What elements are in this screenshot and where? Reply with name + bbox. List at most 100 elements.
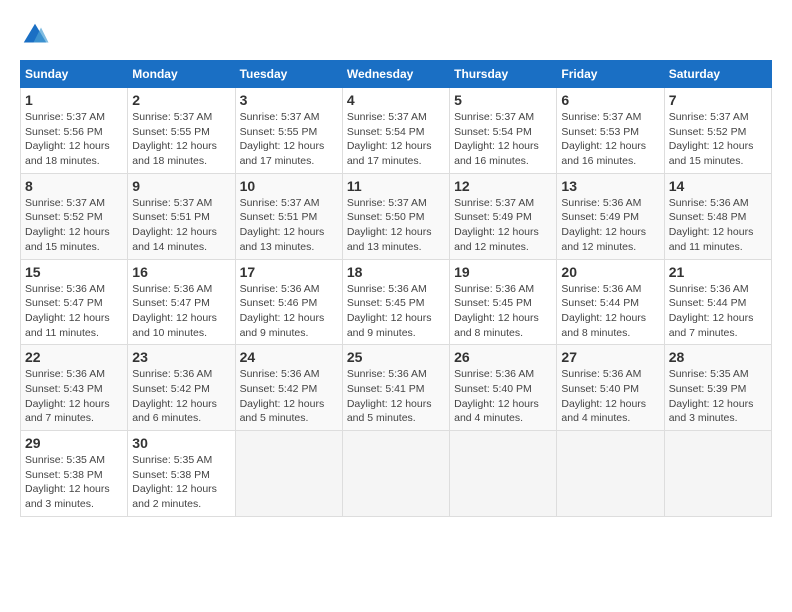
calendar-cell: 13 Sunrise: 5:36 AM Sunset: 5:49 PM Dayli… (557, 173, 664, 259)
day-info: Sunrise: 5:36 AM Sunset: 5:45 PM Dayligh… (454, 282, 552, 341)
calendar-cell: 28Sunrise: 5:35 AM Sunset: 5:39 PM Dayli… (664, 345, 771, 431)
calendar-cell (664, 431, 771, 517)
day-number: 1 (25, 92, 123, 108)
day-number: 17 (240, 264, 338, 280)
day-number: 11 (347, 178, 445, 194)
calendar-week-1: 1 Sunrise: 5:37 AM Sunset: 5:56 PM Daylig… (21, 88, 772, 174)
day-info: Sunrise: 5:36 AM Sunset: 5:43 PM Dayligh… (25, 367, 123, 426)
header-day-sunday: Sunday (21, 61, 128, 88)
header-day-wednesday: Wednesday (342, 61, 449, 88)
day-info: Sunrise: 5:36 AM Sunset: 5:42 PM Dayligh… (240, 367, 338, 426)
calendar-cell: 27 Sunrise: 5:36 AM Sunset: 5:40 PM Dayli… (557, 345, 664, 431)
calendar-cell: 6 Sunrise: 5:37 AM Sunset: 5:53 PM Daylig… (557, 88, 664, 174)
day-info: Sunrise: 5:37 AM Sunset: 5:56 PM Dayligh… (25, 110, 123, 169)
day-number: 23 (132, 349, 230, 365)
calendar-cell: 14Sunrise: 5:36 AM Sunset: 5:48 PM Dayli… (664, 173, 771, 259)
day-info: Sunrise: 5:36 AM Sunset: 5:45 PM Dayligh… (347, 282, 445, 341)
day-info: Sunrise: 5:37 AM Sunset: 5:53 PM Dayligh… (561, 110, 659, 169)
day-info: Sunrise: 5:36 AM Sunset: 5:48 PM Dayligh… (669, 196, 767, 255)
calendar-cell: 11 Sunrise: 5:37 AM Sunset: 5:50 PM Dayli… (342, 173, 449, 259)
calendar-cell: 10 Sunrise: 5:37 AM Sunset: 5:51 PM Dayli… (235, 173, 342, 259)
header-day-saturday: Saturday (664, 61, 771, 88)
day-number: 19 (454, 264, 552, 280)
day-number: 28 (669, 349, 767, 365)
day-info: Sunrise: 5:36 AM Sunset: 5:40 PM Dayligh… (561, 367, 659, 426)
header-row: SundayMondayTuesdayWednesdayThursdayFrid… (21, 61, 772, 88)
day-info: Sunrise: 5:36 AM Sunset: 5:44 PM Dayligh… (561, 282, 659, 341)
day-info: Sunrise: 5:36 AM Sunset: 5:44 PM Dayligh… (669, 282, 767, 341)
calendar-header: SundayMondayTuesdayWednesdayThursdayFrid… (21, 61, 772, 88)
calendar-cell: 9 Sunrise: 5:37 AM Sunset: 5:51 PM Daylig… (128, 173, 235, 259)
day-number: 12 (454, 178, 552, 194)
day-number: 7 (669, 92, 767, 108)
calendar-cell: 17 Sunrise: 5:36 AM Sunset: 5:46 PM Dayli… (235, 259, 342, 345)
day-info: Sunrise: 5:37 AM Sunset: 5:51 PM Dayligh… (132, 196, 230, 255)
day-info: Sunrise: 5:35 AM Sunset: 5:38 PM Dayligh… (25, 453, 123, 512)
calendar-cell: 1 Sunrise: 5:37 AM Sunset: 5:56 PM Daylig… (21, 88, 128, 174)
day-info: Sunrise: 5:37 AM Sunset: 5:52 PM Dayligh… (669, 110, 767, 169)
day-number: 20 (561, 264, 659, 280)
day-number: 6 (561, 92, 659, 108)
calendar-cell (450, 431, 557, 517)
calendar-cell: 8Sunrise: 5:37 AM Sunset: 5:52 PM Daylig… (21, 173, 128, 259)
calendar-cell: 18 Sunrise: 5:36 AM Sunset: 5:45 PM Dayli… (342, 259, 449, 345)
page-header (20, 20, 772, 50)
day-number: 29 (25, 435, 123, 451)
day-info: Sunrise: 5:37 AM Sunset: 5:50 PM Dayligh… (347, 196, 445, 255)
day-number: 9 (132, 178, 230, 194)
calendar-cell: 23 Sunrise: 5:36 AM Sunset: 5:42 PM Dayli… (128, 345, 235, 431)
calendar-cell (557, 431, 664, 517)
calendar-cell: 19 Sunrise: 5:36 AM Sunset: 5:45 PM Dayli… (450, 259, 557, 345)
day-number: 16 (132, 264, 230, 280)
calendar-table: SundayMondayTuesdayWednesdayThursdayFrid… (20, 60, 772, 517)
calendar-week-3: 15 Sunrise: 5:36 AM Sunset: 5:47 PM Dayli… (21, 259, 772, 345)
day-info: Sunrise: 5:36 AM Sunset: 5:42 PM Dayligh… (132, 367, 230, 426)
calendar-cell: 25 Sunrise: 5:36 AM Sunset: 5:41 PM Dayli… (342, 345, 449, 431)
calendar-cell: 3 Sunrise: 5:37 AM Sunset: 5:55 PM Daylig… (235, 88, 342, 174)
calendar-cell: 21 Sunrise: 5:36 AM Sunset: 5:44 PM Dayli… (664, 259, 771, 345)
day-info: Sunrise: 5:37 AM Sunset: 5:54 PM Dayligh… (347, 110, 445, 169)
calendar-cell: 30Sunrise: 5:35 AM Sunset: 5:38 PM Dayli… (128, 431, 235, 517)
day-number: 2 (132, 92, 230, 108)
day-number: 3 (240, 92, 338, 108)
day-number: 27 (561, 349, 659, 365)
calendar-cell: 20 Sunrise: 5:36 AM Sunset: 5:44 PM Dayli… (557, 259, 664, 345)
day-info: Sunrise: 5:37 AM Sunset: 5:51 PM Dayligh… (240, 196, 338, 255)
calendar-cell: 15Sunrise: 5:36 AM Sunset: 5:47 PM Dayli… (21, 259, 128, 345)
day-info: Sunrise: 5:36 AM Sunset: 5:47 PM Dayligh… (132, 282, 230, 341)
header-day-monday: Monday (128, 61, 235, 88)
header-day-thursday: Thursday (450, 61, 557, 88)
day-number: 18 (347, 264, 445, 280)
day-number: 10 (240, 178, 338, 194)
calendar-cell: 4 Sunrise: 5:37 AM Sunset: 5:54 PM Daylig… (342, 88, 449, 174)
day-info: Sunrise: 5:37 AM Sunset: 5:55 PM Dayligh… (132, 110, 230, 169)
day-info: Sunrise: 5:36 AM Sunset: 5:46 PM Dayligh… (240, 282, 338, 341)
day-info: Sunrise: 5:36 AM Sunset: 5:41 PM Dayligh… (347, 367, 445, 426)
day-number: 26 (454, 349, 552, 365)
day-number: 25 (347, 349, 445, 365)
calendar-cell: 12 Sunrise: 5:37 AM Sunset: 5:49 PM Dayli… (450, 173, 557, 259)
header-day-friday: Friday (557, 61, 664, 88)
calendar-cell: 24 Sunrise: 5:36 AM Sunset: 5:42 PM Dayli… (235, 345, 342, 431)
calendar-cell: 22 Sunrise: 5:36 AM Sunset: 5:43 PM Dayli… (21, 345, 128, 431)
day-info: Sunrise: 5:37 AM Sunset: 5:55 PM Dayligh… (240, 110, 338, 169)
day-number: 15 (25, 264, 123, 280)
calendar-cell: 5 Sunrise: 5:37 AM Sunset: 5:54 PM Daylig… (450, 88, 557, 174)
day-number: 22 (25, 349, 123, 365)
day-info: Sunrise: 5:35 AM Sunset: 5:38 PM Dayligh… (132, 453, 230, 512)
calendar-cell: 26Sunrise: 5:36 AM Sunset: 5:40 PM Dayli… (450, 345, 557, 431)
calendar-cell: 2 Sunrise: 5:37 AM Sunset: 5:55 PM Daylig… (128, 88, 235, 174)
day-info: Sunrise: 5:37 AM Sunset: 5:52 PM Dayligh… (25, 196, 123, 255)
calendar-cell (235, 431, 342, 517)
day-info: Sunrise: 5:36 AM Sunset: 5:49 PM Dayligh… (561, 196, 659, 255)
calendar-cell (342, 431, 449, 517)
day-number: 4 (347, 92, 445, 108)
calendar-cell: 29 Sunrise: 5:35 AM Sunset: 5:38 PM Dayli… (21, 431, 128, 517)
calendar-week-2: 8Sunrise: 5:37 AM Sunset: 5:52 PM Daylig… (21, 173, 772, 259)
day-number: 5 (454, 92, 552, 108)
day-number: 13 (561, 178, 659, 194)
day-number: 24 (240, 349, 338, 365)
day-info: Sunrise: 5:37 AM Sunset: 5:49 PM Dayligh… (454, 196, 552, 255)
day-info: Sunrise: 5:37 AM Sunset: 5:54 PM Dayligh… (454, 110, 552, 169)
day-number: 21 (669, 264, 767, 280)
